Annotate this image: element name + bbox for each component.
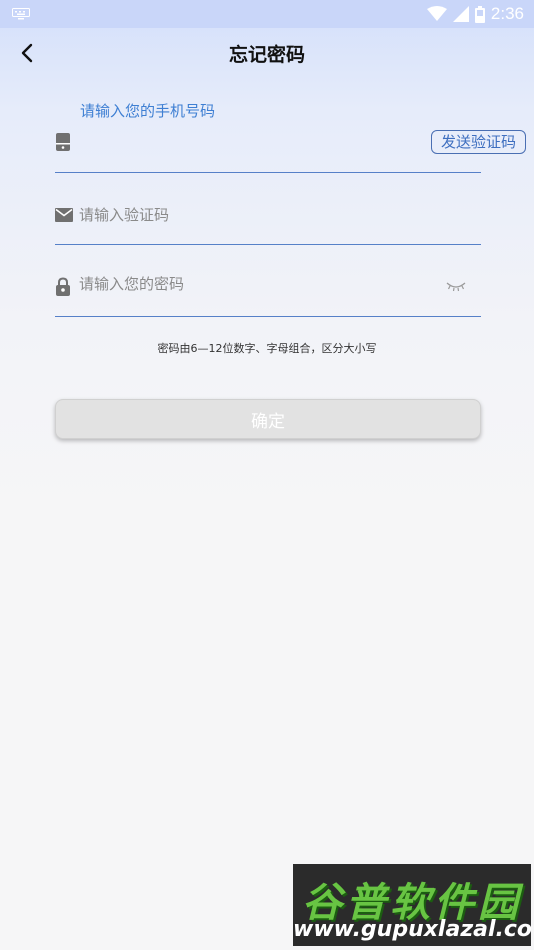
- code-input[interactable]: [79, 203, 459, 227]
- password-rule-hint: 密码由6—12位数字、字母组合，区分大小写: [157, 342, 377, 355]
- password-input[interactable]: [79, 272, 419, 296]
- phone-field: [55, 124, 481, 173]
- watermark-url: www.gupuxlazal.com: [293, 917, 531, 942]
- status-time: 2:36: [490, 4, 524, 23]
- send-code-button[interactable]: 发送验证码: [430, 130, 526, 154]
- keyboard-icon: [12, 8, 30, 20]
- signal-icon: [452, 6, 469, 22]
- phone-floating-label: 请输入您的手机号码: [80, 102, 216, 120]
- battery-icon: [474, 5, 485, 23]
- watermark-logo: 谷普软件园 www.gupuxlazal.com: [293, 864, 531, 946]
- header: 忘记密码: [0, 28, 534, 80]
- envelope-icon: [55, 208, 73, 222]
- wifi-icon: [426, 6, 447, 21]
- phone-icon: [56, 133, 70, 151]
- eye-closed-icon[interactable]: [445, 280, 467, 292]
- lock-icon: [56, 277, 70, 296]
- status-icons: 2:36: [426, 4, 524, 24]
- phone-input[interactable]: [79, 132, 369, 156]
- confirm-button[interactable]: 确定: [55, 399, 481, 439]
- code-field: [55, 196, 481, 245]
- page-title: 忘记密码: [228, 44, 305, 66]
- password-field: [55, 266, 481, 317]
- status-bar: 2:36: [0, 0, 534, 28]
